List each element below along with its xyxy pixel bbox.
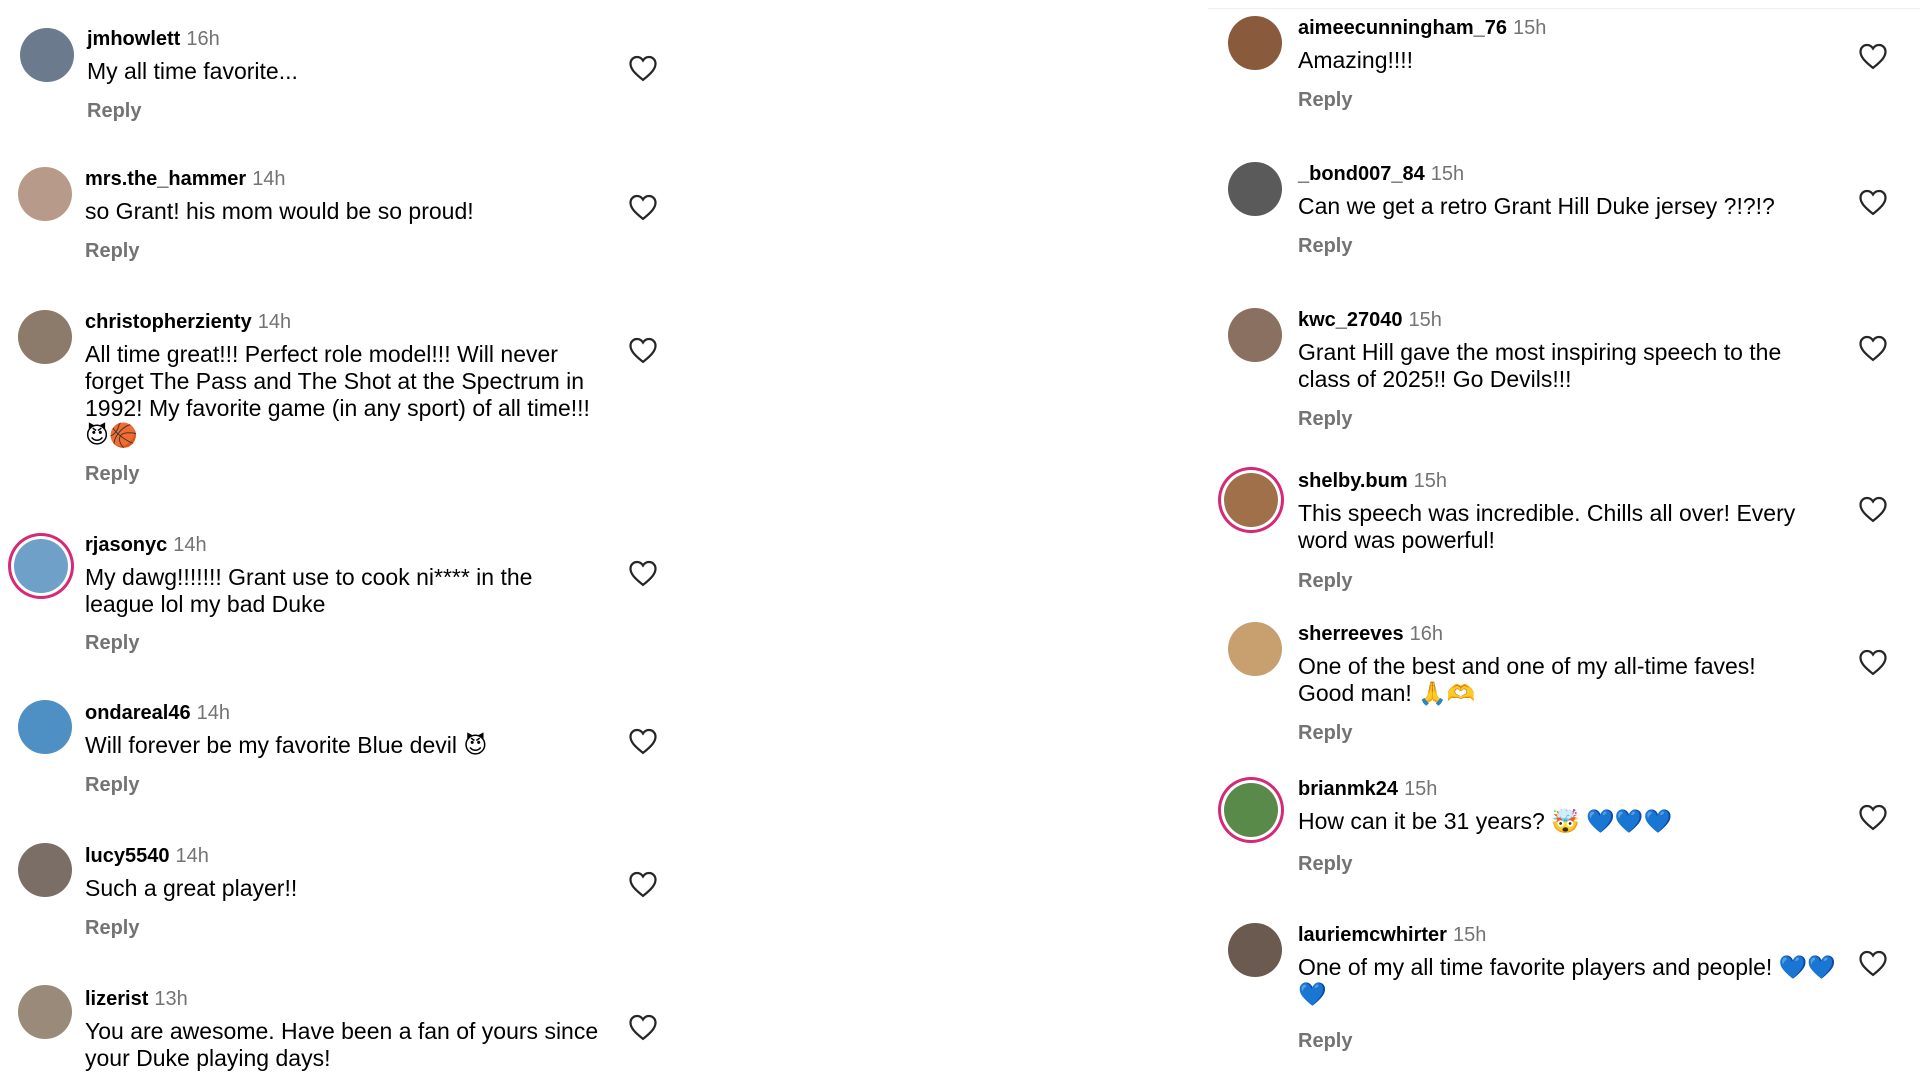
comment-username[interactable]: sherreeves 16h — [1298, 623, 1443, 646]
comment-username[interactable]: lizerist 13h — [85, 988, 188, 1011]
avatar[interactable] — [1228, 923, 1282, 977]
comment-text: so Grant! his mom would be so proud! — [85, 198, 474, 224]
reply-button[interactable]: Reply — [1298, 1030, 1352, 1053]
comment-text: This speech was incredible. Chills all o… — [1298, 500, 1796, 553]
reply-button[interactable]: Reply — [1298, 408, 1352, 431]
heart-outline-icon[interactable] — [628, 193, 658, 221]
comment-username[interactable]: shelby.bum 15h — [1298, 470, 1447, 493]
avatar[interactable] — [14, 539, 68, 593]
comment-text: Amazing!!!! — [1298, 47, 1414, 73]
comment-username[interactable]: mrs.the_hammer 14h — [85, 168, 286, 191]
comment-username[interactable]: ondareal46 14h — [85, 702, 230, 725]
comment-text: My dawg!!!!!!! Grant use to cook ni**** … — [85, 564, 533, 617]
comment-username[interactable]: aimeecunningham_76 15h — [1298, 17, 1546, 40]
comment-text: All time great!!! Perfect role model!!! … — [85, 341, 590, 448]
comment-timestamp: 14h — [175, 845, 209, 867]
comment-username[interactable]: _bond007_84 15h — [1298, 163, 1464, 186]
comment-timestamp: 14h — [196, 702, 230, 724]
comment-timestamp: 15h — [1413, 470, 1448, 492]
comment-timestamp: 15h — [1404, 778, 1438, 800]
comment-text: Grant Hill gave the most inspiring speec… — [1298, 339, 1782, 392]
heart-outline-icon[interactable] — [628, 559, 658, 587]
comment-timestamp: 14h — [252, 168, 286, 190]
comment-timestamp: 15h — [1512, 17, 1547, 39]
comment-username[interactable]: lauriemcwhirter 15h — [1298, 924, 1486, 947]
reply-button[interactable]: Reply — [87, 100, 141, 123]
heart-outline-icon[interactable] — [628, 336, 658, 364]
avatar[interactable] — [1228, 162, 1282, 216]
heart-outline-icon[interactable] — [1858, 949, 1888, 977]
comment-username[interactable]: kwc_27040 15h — [1298, 309, 1442, 332]
avatar[interactable] — [18, 310, 72, 364]
comment-timestamp: 14h — [173, 534, 207, 556]
heart-outline-icon[interactable] — [1858, 495, 1888, 523]
reply-button[interactable]: Reply — [1298, 853, 1352, 876]
comment-username[interactable]: christopherzienty 14h — [85, 311, 291, 334]
comment-timestamp: 15h — [1408, 309, 1442, 331]
reply-button[interactable]: Reply — [85, 774, 139, 797]
heart-outline-icon[interactable] — [1858, 648, 1888, 676]
heart-outline-icon[interactable] — [1858, 334, 1888, 362]
comment-timestamp: 15h — [1452, 924, 1487, 946]
reply-button[interactable]: Reply — [85, 463, 139, 486]
avatar[interactable] — [18, 167, 72, 221]
comment-username[interactable]: jmhowlett 16h — [87, 28, 220, 51]
avatar[interactable] — [1228, 16, 1282, 70]
heart-outline-icon[interactable] — [628, 870, 658, 898]
comment-timestamp: 14h — [257, 311, 292, 333]
heart-outline-icon[interactable] — [1858, 42, 1888, 70]
reply-button[interactable]: Reply — [1298, 570, 1352, 593]
reply-button[interactable]: Reply — [1298, 722, 1352, 745]
comment-text: Can we get a retro Grant Hill Duke jerse… — [1298, 193, 1775, 219]
heart-outline-icon[interactable] — [628, 1013, 658, 1041]
comment-username[interactable]: lucy5540 14h — [85, 845, 209, 868]
comment-timestamp: 13h — [154, 988, 188, 1010]
avatar[interactable] — [20, 28, 74, 82]
avatar[interactable] — [1224, 783, 1278, 837]
divider — [1208, 8, 1920, 9]
reply-button[interactable]: Reply — [1298, 89, 1352, 112]
comment-username[interactable]: rjasonyc 14h — [85, 534, 207, 557]
avatar[interactable] — [18, 843, 72, 897]
comment-username[interactable]: brianmk24 15h — [1298, 778, 1437, 801]
heart-outline-icon[interactable] — [628, 727, 658, 755]
avatar[interactable] — [18, 700, 72, 754]
reply-button[interactable]: Reply — [85, 632, 139, 655]
heart-outline-icon[interactable] — [628, 54, 658, 82]
avatar[interactable] — [18, 985, 72, 1039]
comment-text: My all time favorite... — [87, 58, 298, 84]
comment-text: Will forever be my favorite Blue devil 😈 — [85, 732, 488, 758]
heart-outline-icon[interactable] — [1858, 803, 1888, 831]
comment-timestamp: 16h — [186, 28, 220, 50]
heart-outline-icon[interactable] — [1858, 188, 1888, 216]
comment-timestamp: 16h — [1409, 623, 1444, 645]
comment-text: One of my all time favorite players and … — [1298, 954, 1836, 1007]
reply-button[interactable]: Reply — [1298, 235, 1352, 258]
comment-text: How can it be 31 years? 🤯 💙💙💙 — [1298, 808, 1673, 834]
comment-text: Such a great player!! — [85, 875, 298, 901]
reply-button[interactable]: Reply — [85, 240, 139, 263]
comment-timestamp: 15h — [1430, 163, 1465, 185]
comment-text: You are awesome. Have been a fan of your… — [85, 1018, 599, 1071]
comment-text: One of the best and one of my all-time f… — [1298, 653, 1756, 706]
avatar[interactable] — [1228, 622, 1282, 676]
avatar[interactable] — [1224, 473, 1278, 527]
avatar[interactable] — [1228, 308, 1282, 362]
reply-button[interactable]: Reply — [85, 917, 139, 940]
